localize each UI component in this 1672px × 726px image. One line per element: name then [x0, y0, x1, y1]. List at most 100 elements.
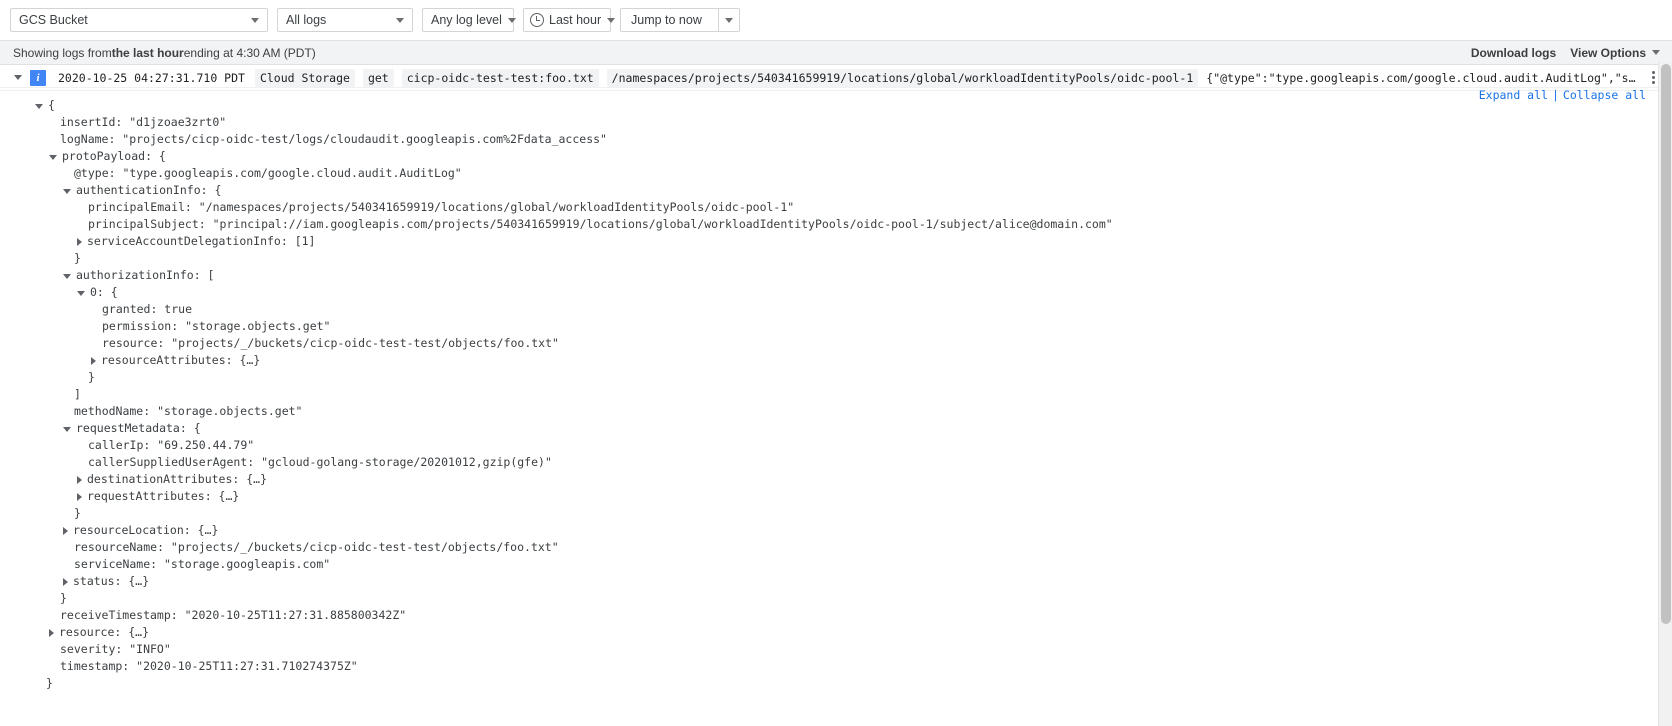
severity-badge: i — [30, 69, 46, 86]
time-range-selector[interactable]: Last hour — [523, 8, 616, 32]
resource-selector[interactable]: GCS Bucket — [10, 8, 268, 32]
json-line-text: 0: { — [90, 285, 118, 299]
json-line-text: } — [74, 251, 81, 265]
expand-node-triangle-icon[interactable] — [91, 356, 96, 365]
clock-icon — [530, 13, 544, 27]
statusbar-actions: Download logs View Options — [1471, 46, 1660, 60]
json-line: destinationAttributes: {…} — [0, 471, 1672, 488]
log-level-selector[interactable]: Any log level — [422, 8, 516, 32]
chevron-down-icon[interactable] — [507, 9, 522, 31]
json-line-text: callerIp: "69.250.44.79" — [88, 438, 255, 452]
json-line-text: destinationAttributes: {…} — [87, 472, 268, 486]
json-line-text: severity: "INFO" — [60, 642, 171, 656]
jump-to-now-button[interactable]: Jump to now — [620, 8, 718, 32]
json-line: @type: "type.googleapis.com/google.cloud… — [0, 165, 1672, 182]
chevron-down-icon[interactable] — [249, 9, 267, 31]
expand-all-link[interactable]: Expand all — [1479, 88, 1548, 102]
expand-entry-triangle-icon[interactable] — [14, 75, 22, 80]
json-line: resourceAttributes: {…} — [0, 352, 1672, 369]
json-line-text: requestMetadata: { — [76, 421, 201, 435]
json-line-text: methodName: "storage.objects.get" — [74, 404, 303, 418]
entry-method-chip: get — [362, 68, 394, 87]
json-line: authorizationInfo: [ — [0, 267, 1672, 284]
statusbar-prefix: Showing logs from — [13, 45, 112, 60]
collapse-node-triangle-icon[interactable] — [63, 189, 71, 194]
expand-node-triangle-icon[interactable] — [49, 628, 54, 637]
json-line-text: { — [48, 98, 55, 112]
json-line-text: } — [46, 676, 53, 690]
json-line-text: } — [60, 591, 67, 605]
entry-principal-chip: /namespaces/projects/540341659919/locati… — [606, 68, 1199, 87]
jump-to-now-group: Jump to now — [620, 8, 740, 32]
json-line: serviceName: "storage.googleapis.com" — [0, 556, 1672, 573]
json-line: resource: {…} — [0, 624, 1672, 641]
json-line: authenticationInfo: { — [0, 182, 1672, 199]
chevron-down-icon[interactable] — [1652, 50, 1660, 55]
json-line-text: serviceName: "storage.googleapis.com" — [74, 557, 331, 571]
collapse-node-triangle-icon[interactable] — [63, 427, 71, 432]
time-range-selector-label: Last hour — [549, 13, 602, 27]
tree-actions-separator: | — [1551, 88, 1559, 102]
expand-node-triangle-icon[interactable] — [77, 492, 82, 501]
json-line: resourceName: "projects/_/buckets/cicp-o… — [0, 539, 1672, 556]
json-line-text: logName: "projects/cicp-oidc-test/logs/c… — [60, 132, 607, 146]
json-line-text: requestAttributes: {…} — [87, 489, 240, 503]
json-line-text: timestamp: "2020-10-25T11:27:31.71027437… — [60, 659, 358, 673]
entry-summary: {"@type":"type.googleapis.com/google.clo… — [1206, 70, 1636, 85]
filter-toolbar: GCS Bucket All logs Any log level Last h… — [0, 0, 1672, 40]
expand-node-triangle-icon[interactable] — [63, 577, 68, 586]
view-options-button[interactable]: View Options — [1570, 46, 1646, 60]
json-line: } — [0, 369, 1672, 386]
json-line-text: serviceAccountDelegationInfo: [1] — [87, 234, 316, 248]
json-line-text: resourceLocation: {…} — [73, 523, 219, 537]
download-logs-button[interactable]: Download logs — [1471, 46, 1556, 60]
chevron-down-icon[interactable] — [717, 8, 740, 32]
json-line: requestAttributes: {…} — [0, 488, 1672, 505]
json-line-text: principalSubject: "principal://iam.googl… — [88, 217, 1113, 231]
expand-node-triangle-icon[interactable] — [77, 475, 82, 484]
json-line-text: } — [74, 506, 81, 520]
json-line: methodName: "storage.objects.get" — [0, 403, 1672, 420]
json-line: ] — [0, 386, 1672, 403]
json-line: receiveTimestamp: "2020-10-25T11:27:31.8… — [0, 607, 1672, 624]
json-line: } — [0, 505, 1672, 522]
log-range-statusbar: Showing logs from the last hour ending a… — [0, 40, 1672, 65]
json-line-text: status: {…} — [73, 574, 150, 588]
json-line: principalSubject: "principal://iam.googl… — [0, 216, 1672, 233]
json-line-text: protoPayload: { — [62, 149, 166, 163]
json-line: resourceLocation: {…} — [0, 522, 1672, 539]
logs-selector[interactable]: All logs — [277, 8, 413, 32]
collapse-node-triangle-icon[interactable] — [77, 291, 85, 296]
collapse-node-triangle-icon[interactable] — [63, 274, 71, 279]
json-line-text: resourceAttributes: {…} — [101, 353, 261, 367]
json-line: 0: { — [0, 284, 1672, 301]
json-line: } — [0, 590, 1672, 607]
chevron-down-icon[interactable] — [394, 9, 412, 31]
json-line: } — [0, 675, 1672, 692]
entry-divider — [0, 87, 1658, 88]
json-line: callerSuppliedUserAgent: "gcloud-golang-… — [0, 454, 1672, 471]
log-entry-json-tree: {insertId: "d1jzoae3zrt0" logName: "proje… — [0, 91, 1672, 726]
collapse-node-triangle-icon[interactable] — [35, 104, 43, 109]
collapse-node-triangle-icon[interactable] — [49, 155, 57, 160]
json-line-text: } — [88, 370, 95, 384]
json-line-text: resource: "projects/_/buckets/cicp-oidc-… — [102, 336, 559, 350]
logs-selector-label: All logs — [286, 13, 327, 27]
json-line: status: {…} — [0, 573, 1672, 590]
expand-node-triangle-icon[interactable] — [63, 526, 68, 535]
json-line: timestamp: "2020-10-25T11:27:31.71027437… — [0, 658, 1672, 675]
json-line: principalEmail: "/namespaces/projects/54… — [0, 199, 1672, 216]
json-line: } — [0, 250, 1672, 267]
logs-explorer-page: GCS Bucket All logs Any log level Last h… — [0, 0, 1672, 726]
collapse-all-link[interactable]: Collapse all — [1563, 88, 1646, 102]
json-line-text: granted: true — [102, 302, 193, 316]
statusbar-suffix: ending at 4:30 AM (PDT) — [183, 45, 316, 60]
vertical-scrollbar[interactable] — [1658, 62, 1672, 726]
entry-resource-chip: cicp-oidc-test-test:foo.txt — [401, 68, 599, 87]
json-line-text: principalEmail: "/namespaces/projects/54… — [88, 200, 795, 214]
scrollbar-thumb[interactable] — [1661, 64, 1671, 624]
expand-node-triangle-icon[interactable] — [77, 237, 82, 246]
json-line: { — [0, 97, 1672, 114]
json-line-text: resourceName: "projects/_/buckets/cicp-o… — [74, 540, 559, 554]
json-line: callerIp: "69.250.44.79" — [0, 437, 1672, 454]
